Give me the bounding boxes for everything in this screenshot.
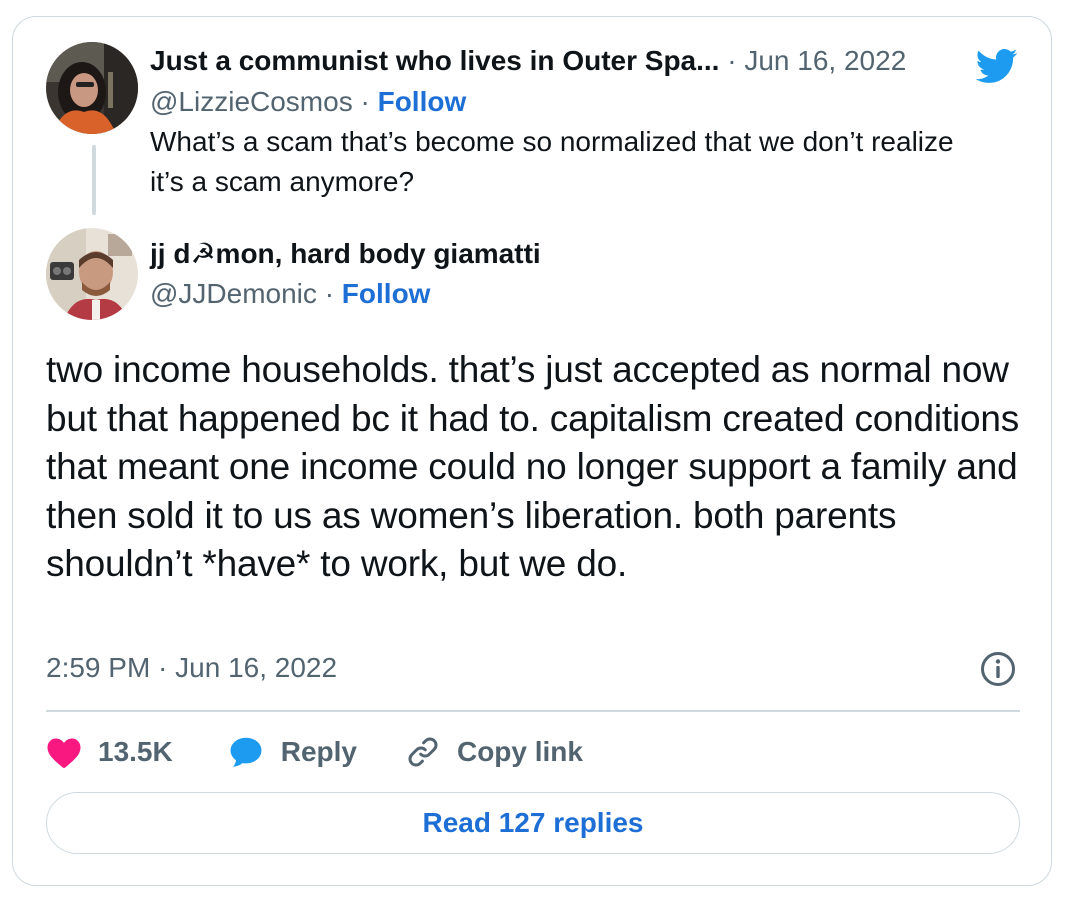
copy-link-button[interactable]: Copy link bbox=[405, 734, 583, 770]
avatar-lizziecosmos[interactable] bbox=[46, 42, 138, 134]
quoted-handle[interactable]: @LizzieCosmos bbox=[150, 86, 353, 117]
follow-button-jjdemonic[interactable]: Follow bbox=[342, 278, 431, 309]
like-button[interactable]: 13.5K bbox=[46, 735, 173, 769]
separator-dot: · bbox=[360, 86, 370, 117]
twitter-bird-icon[interactable] bbox=[970, 44, 1022, 88]
like-count: 13.5K bbox=[98, 736, 173, 767]
quoted-handle-line: @LizzieCosmos · Follow bbox=[150, 84, 466, 120]
quoted-tweet-text: What’s a scam that’s become so normalize… bbox=[150, 126, 954, 197]
tweet-author-line: jj d☭mon, hard body giamatti bbox=[150, 236, 541, 272]
read-replies-button[interactable]: Read 127 replies bbox=[46, 792, 1020, 854]
quoted-date[interactable]: Jun 16, 2022 bbox=[744, 45, 906, 76]
thread-connector-line bbox=[92, 145, 96, 215]
separator-dot: · bbox=[324, 278, 335, 309]
separator-dot: · bbox=[727, 45, 737, 76]
tweet-text: two income households. that’s just accep… bbox=[46, 349, 1020, 584]
link-icon bbox=[408, 737, 438, 767]
speech-bubble-icon bbox=[230, 737, 262, 767]
heart-icon bbox=[47, 738, 81, 768]
reply-label: Reply bbox=[280, 736, 357, 767]
quoted-display-name[interactable]: Just a communist who lives in Outer Spa.… bbox=[150, 45, 719, 76]
info-icon[interactable] bbox=[980, 651, 1016, 687]
tweet-handle[interactable]: @JJDemonic bbox=[150, 278, 317, 309]
tweet-handle-line: @JJDemonic · Follow bbox=[150, 276, 430, 312]
copy-link-label: Copy link bbox=[456, 736, 583, 767]
reply-button[interactable]: Reply bbox=[227, 734, 357, 770]
follow-button-lizziecosmos[interactable]: Follow bbox=[378, 86, 467, 117]
quoted-author-line: Just a communist who lives in Outer Spa.… bbox=[150, 43, 906, 79]
tweet-timestamp[interactable]: 2:59 PM · Jun 16, 2022 bbox=[46, 650, 337, 686]
tweet-actions-bar: 13.5K Reply Copy link bbox=[46, 728, 583, 776]
avatar-jjdemonic[interactable] bbox=[46, 228, 138, 320]
divider bbox=[46, 710, 1020, 712]
tweet-display-name[interactable]: jj d☭mon, hard body giamatti bbox=[150, 238, 541, 269]
